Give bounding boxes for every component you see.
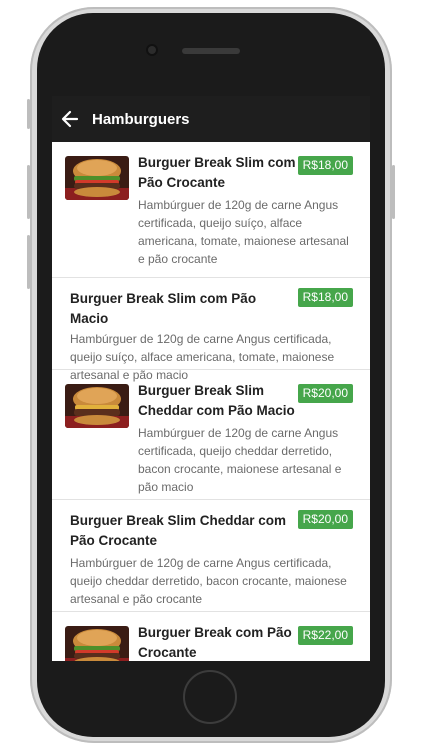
burger-image — [65, 156, 129, 200]
home-button[interactable] — [183, 670, 237, 724]
mute-switch — [27, 99, 30, 129]
item-description: Hambúrguer de 120g de carne Angus certif… — [138, 198, 349, 266]
screen: Hamburguers Burguer Break Slim com Pão C… — [52, 96, 370, 661]
burger-image — [65, 626, 129, 661]
price-badge: R$18,00 — [297, 156, 353, 175]
item-name: Burguer Break com Pão Crocante — [138, 625, 292, 660]
item-name: Burguer Break Slim Cheddar com Pão Croca… — [70, 513, 287, 548]
burger-image — [65, 384, 129, 428]
list-item[interactable]: Burguer Break Slim Cheddar com Pão Macio… — [52, 370, 370, 500]
product-list: Burguer Break Slim com Pão Crocante R$18… — [52, 142, 370, 661]
app-bar: Hamburguers — [52, 96, 370, 142]
price-badge: R$20,00 — [297, 510, 353, 529]
item-name: Burguer Break Slim com Pão Macio — [70, 291, 257, 326]
power-button — [392, 165, 395, 219]
earpiece-speaker — [182, 48, 240, 54]
item-description: Hambúrguer de 120g de carne Angus certif… — [138, 426, 342, 494]
volume-down-button — [27, 235, 30, 289]
price-badge: R$22,00 — [297, 626, 353, 645]
price-badge: R$18,00 — [297, 288, 353, 307]
item-name: Burguer Break Slim com Pão Crocante — [138, 155, 296, 190]
volume-up-button — [27, 165, 30, 219]
list-item[interactable]: Burguer Break com Pão Crocante R$22,00 — [52, 612, 370, 661]
arrow-left-icon — [61, 110, 79, 128]
page-title: Hamburguers — [92, 110, 190, 128]
back-button[interactable] — [52, 96, 90, 142]
list-item[interactable]: Burguer Break Slim Cheddar com Pão Croca… — [52, 500, 370, 612]
front-camera — [148, 46, 156, 54]
list-item[interactable]: Burguer Break Slim com Pão Macio R$18,00… — [52, 278, 370, 382]
item-description: Hambúrguer de 120g de carne Angus certif… — [70, 556, 347, 606]
item-name: Burguer Break Slim Cheddar com Pão Macio — [138, 383, 295, 418]
price-badge: R$20,00 — [297, 384, 353, 403]
list-item[interactable]: Burguer Break Slim com Pão Crocante R$18… — [52, 142, 370, 278]
